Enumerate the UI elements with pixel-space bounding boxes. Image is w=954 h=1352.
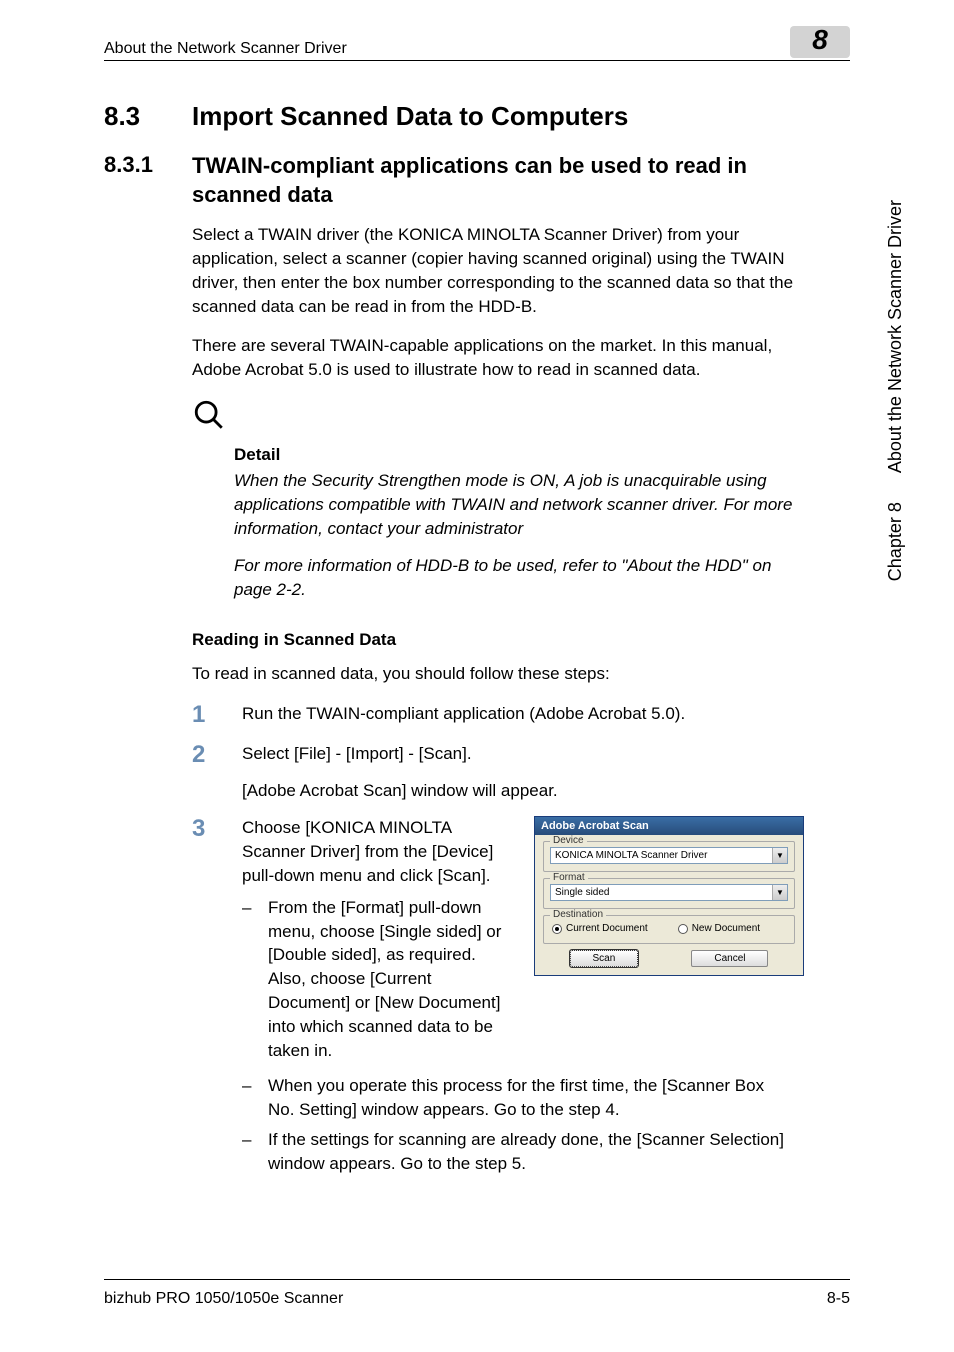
radio-new-document[interactable]: New Document: [678, 923, 760, 934]
radio-current-label: Current Document: [566, 923, 648, 934]
format-dropdown[interactable]: Single sided ▼: [550, 884, 788, 901]
step-3: 3 Choose [KONICA MINOLTA Scanner Driver]…: [192, 816, 804, 1062]
footer-rule: [104, 1279, 850, 1280]
step-3-dash-1-text: From the [Format] pull-down menu, choose…: [268, 896, 514, 1063]
reading-intro: To read in scanned data, you should foll…: [192, 662, 804, 686]
side-chapter-title: About the Network Scanner Driver: [885, 200, 905, 473]
device-fieldset: Device KONICA MINOLTA Scanner Driver ▼: [543, 841, 795, 872]
dash: –: [242, 1074, 268, 1122]
device-legend: Device: [550, 835, 587, 846]
step-1-number: 1: [192, 702, 242, 728]
chapter-number: 8: [812, 24, 828, 56]
paragraph-1: Select a TWAIN driver (the KONICA MINOLT…: [192, 223, 804, 318]
detail-text-1: When the Security Strengthen mode is ON,…: [234, 469, 804, 540]
scan-window-title: Adobe Acrobat Scan: [535, 817, 803, 835]
device-dropdown[interactable]: KONICA MINOLTA Scanner Driver ▼: [550, 847, 788, 864]
step-2-number: 2: [192, 742, 242, 768]
page-header: About the Network Scanner Driver 8: [0, 0, 954, 58]
radio-icon: [552, 924, 562, 934]
radio-current-document[interactable]: Current Document: [552, 923, 648, 934]
destination-fieldset: Destination Current Document New Documen…: [543, 915, 795, 944]
step-3-dash-2-text: When you operate this process for the fi…: [268, 1074, 794, 1122]
dash: –: [242, 896, 268, 1063]
detail-text-2: For more information of HDD-B to be used…: [234, 554, 804, 602]
scan-button[interactable]: Scan: [570, 950, 639, 967]
step-1-text: Run the TWAIN-compliant application (Ado…: [242, 702, 804, 728]
step-2-text: Select [File] - [Import] - [Scan].: [242, 742, 804, 768]
subsection-number: 8.3.1: [104, 152, 192, 209]
section-number: 8.3: [104, 101, 192, 132]
format-fieldset: Format Single sided ▼: [543, 878, 795, 909]
subsection-title: TWAIN-compliant applications can be used…: [192, 152, 804, 209]
side-text: Chapter 8 About the Network Scanner Driv…: [885, 200, 906, 581]
step-3-dash-3-text: If the settings for scanning are already…: [268, 1128, 794, 1176]
footer-left: bizhub PRO 1050/1050e Scanner: [104, 1290, 343, 1308]
detail-heading: Detail: [234, 445, 804, 465]
chevron-down-icon: ▼: [772, 885, 787, 900]
page-footer: bizhub PRO 1050/1050e Scanner 8-5: [104, 1290, 850, 1308]
acrobat-scan-window: Adobe Acrobat Scan Device KONICA MINOLTA…: [534, 816, 804, 976]
section-title: Import Scanned Data to Computers: [192, 101, 628, 132]
scan-window-body: Device KONICA MINOLTA Scanner Driver ▼ F…: [535, 835, 803, 975]
step-3-text-col: 3 Choose [KONICA MINOLTA Scanner Driver]…: [192, 816, 514, 1062]
format-legend: Format: [550, 872, 588, 883]
cancel-button[interactable]: Cancel: [691, 950, 768, 967]
side-chapter-label: Chapter 8: [885, 502, 905, 581]
footer-page-number: 8-5: [827, 1290, 850, 1308]
content: 8.3 Import Scanned Data to Computers 8.3…: [0, 61, 954, 1175]
destination-legend: Destination: [550, 909, 606, 920]
chevron-down-icon: ▼: [772, 848, 787, 863]
paragraph-2: There are several TWAIN-capable applicat…: [192, 334, 804, 382]
dash: –: [242, 1128, 268, 1176]
radio-new-label: New Document: [692, 923, 760, 934]
step-3-dash-1: – From the [Format] pull-down menu, choo…: [242, 896, 514, 1063]
step-2: 2 Select [File] - [Import] - [Scan].: [192, 742, 804, 768]
chapter-number-box: 8: [790, 26, 850, 58]
subsection-heading: 8.3.1 TWAIN-compliant applications can b…: [104, 152, 804, 209]
step-3-number: 3: [192, 816, 242, 887]
section-heading: 8.3 Import Scanned Data to Computers: [104, 101, 804, 132]
step-3-text: Choose [KONICA MINOLTA Scanner Driver] f…: [242, 816, 514, 887]
header-left-title: About the Network Scanner Driver: [104, 40, 347, 58]
device-dropdown-value: KONICA MINOLTA Scanner Driver: [551, 850, 772, 861]
step-2-sub: [Adobe Acrobat Scan] window will appear.: [242, 779, 804, 803]
step-3-dash-3: – If the settings for scanning are alrea…: [242, 1128, 804, 1176]
magnifier-icon: [192, 398, 804, 437]
step-3-dash-2: – When you operate this process for the …: [242, 1074, 804, 1122]
step-1: 1 Run the TWAIN-compliant application (A…: [192, 702, 804, 728]
radio-icon: [678, 924, 688, 934]
format-dropdown-value: Single sided: [551, 887, 772, 898]
reading-heading: Reading in Scanned Data: [192, 630, 804, 650]
